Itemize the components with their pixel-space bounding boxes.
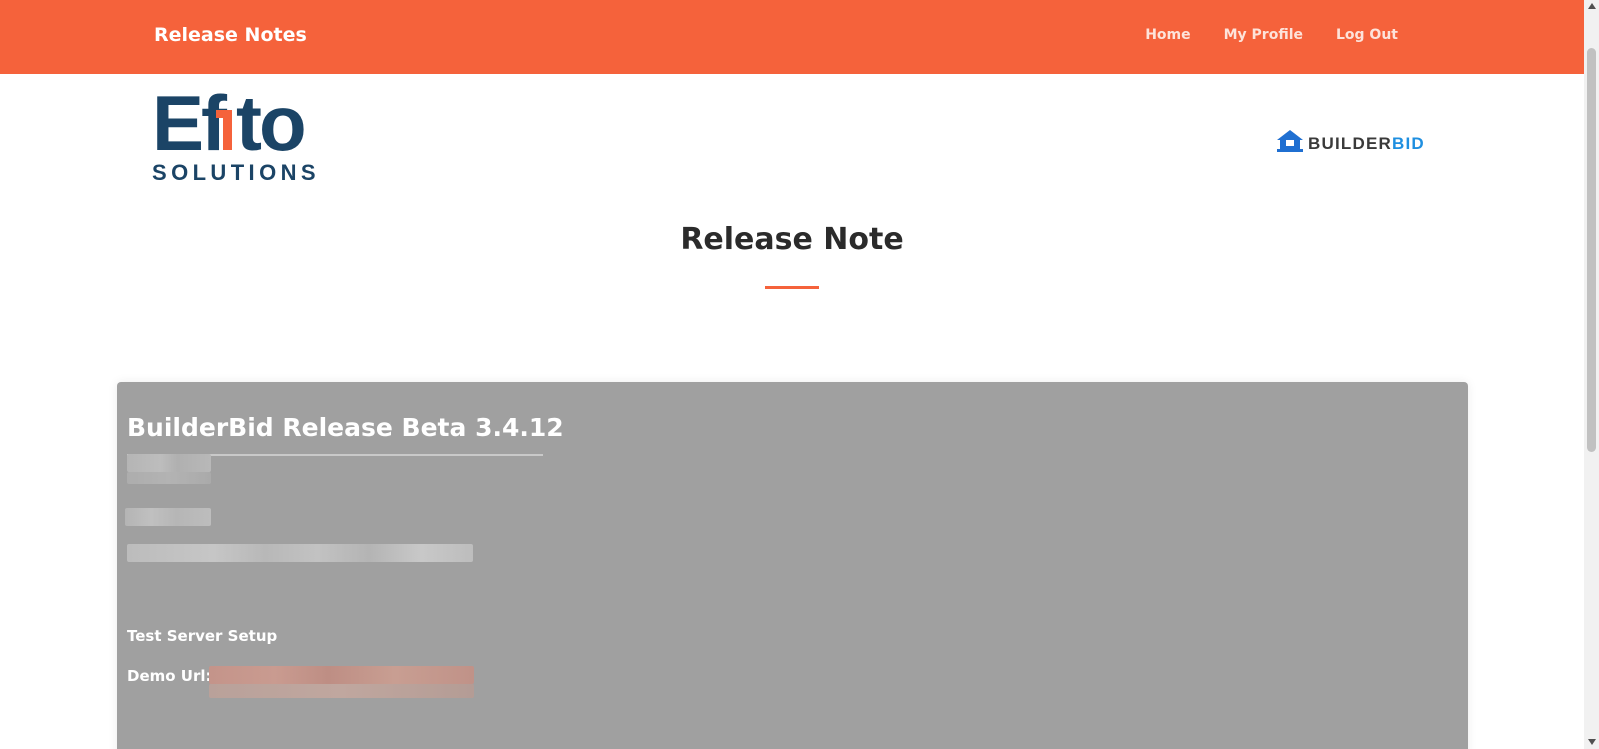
title-underline (765, 286, 819, 289)
release-card: BuilderBid Release Beta 3.4.12 Test Serv… (117, 382, 1468, 749)
redacted-demo-url-link[interactable] (209, 684, 474, 698)
navbar-brand[interactable]: Release Notes (154, 24, 307, 46)
top-navbar: Release Notes Home My Profile Log Out (0, 0, 1584, 74)
scroll-up-arrow-icon[interactable] (1588, 3, 1596, 9)
svg-text:to: to (236, 84, 304, 167)
redacted-demo-url-link[interactable] (209, 666, 474, 684)
svg-text:SOLUTIONS: SOLUTIONS (152, 160, 320, 184)
svg-text:BUILDERBID: BUILDERBID (1308, 134, 1425, 153)
test-server-setup-label: Test Server Setup (127, 627, 278, 645)
nav-links: Home My Profile Log Out (1145, 27, 1398, 43)
redacted-text (127, 472, 211, 484)
redacted-text (127, 544, 473, 562)
scrollbar-thumb[interactable] (1587, 48, 1596, 452)
release-heading: BuilderBid Release Beta 3.4.12 (127, 413, 564, 442)
redacted-text (127, 454, 211, 472)
demo-url-label: Demo Url: (127, 667, 212, 685)
svg-text:Ef: Ef (152, 84, 228, 167)
builderbid-logo: BUILDERBID (1277, 130, 1425, 153)
redacted-text (125, 508, 211, 526)
nav-home-link[interactable]: Home (1145, 27, 1190, 43)
page-title: Release Note (680, 222, 904, 257)
efito-solutions-logo: Ef to SOLUTIONS (152, 84, 320, 184)
scroll-down-arrow-icon[interactable] (1588, 739, 1596, 745)
page-scrollbar[interactable] (1584, 0, 1599, 749)
nav-my-profile-link[interactable]: My Profile (1224, 27, 1303, 43)
nav-log-out-link[interactable]: Log Out (1336, 27, 1398, 43)
